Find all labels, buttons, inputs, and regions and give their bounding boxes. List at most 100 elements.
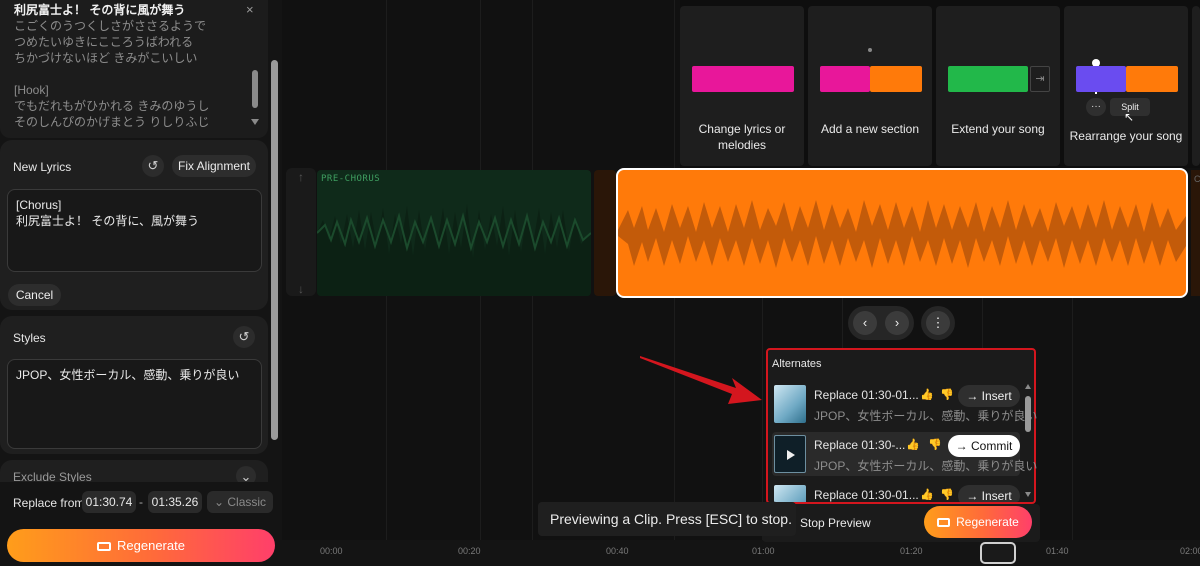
orange-segment (1126, 66, 1178, 92)
orange-segment (870, 66, 922, 92)
previous-icon[interactable]: ‹ (853, 311, 877, 335)
alternates-scroll-thumb[interactable] (1025, 396, 1031, 432)
exclude-styles-title: Exclude Styles (13, 470, 92, 482)
thumbs-down-icon[interactable]: 👎 (940, 488, 954, 501)
replace-to-time[interactable]: 01:35.26 (148, 491, 202, 513)
ruler-label: 01:00 (752, 546, 775, 556)
lyrics-scroll-thumb[interactable] (252, 70, 258, 108)
styles-title: Styles (13, 331, 46, 345)
cancel-button[interactable]: Cancel (8, 284, 61, 306)
replace-from-time[interactable]: 01:30.74 (82, 491, 136, 513)
alternate-item-selected[interactable]: Replace 01:30-... 👍 👎 → Commit JPOP、女性ボー… (772, 432, 1037, 476)
more-options-icon[interactable]: ⋮ (926, 311, 950, 335)
thumbs-up-icon[interactable]: 👍 (920, 388, 934, 401)
feature-card-extend[interactable]: ⇥ Extend your song (936, 6, 1060, 166)
playhead-handle[interactable] (980, 542, 1016, 564)
feature-card-change-lyrics[interactable]: Change lyrics or melodies (680, 6, 804, 166)
alternate-item[interactable]: Replace 01:30-01... 👍 👎 → Insert JPOP、女性… (772, 382, 1037, 426)
thumbs-up-icon[interactable]: 👍 (906, 438, 920, 451)
alternates-panel: Alternates Replace 01:30-01... 👍 👎 → Ins… (766, 348, 1037, 504)
left-scroll-thumb[interactable] (271, 60, 278, 440)
regenerate-button[interactable]: Regenerate (7, 529, 275, 562)
thumbs-down-icon[interactable]: 👎 (928, 438, 942, 451)
preview-toast: Previewing a Clip. Press [ESC] to stop. (538, 502, 796, 536)
feature-card-label: Add a new section (820, 122, 920, 136)
feature-card-label: Extend your song (951, 122, 1045, 136)
pre-chorus-waveform (317, 204, 591, 296)
alternates-scrollbar[interactable] (1025, 384, 1032, 500)
pink-segment (692, 66, 794, 92)
track-gutter[interactable]: ↑ ↓ (286, 168, 316, 296)
selected-clip[interactable] (616, 168, 1188, 298)
undo-lyrics-button[interactable]: ↺ (142, 155, 164, 177)
pink-segment (820, 66, 870, 92)
time-separator: - (139, 495, 143, 509)
insert-button[interactable]: → Insert (958, 485, 1020, 502)
feature-card-rearrange[interactable]: ··· Split ↖ Rearrange your song (1064, 6, 1188, 166)
clip-divider (594, 170, 616, 296)
alternate-thumbnail[interactable] (774, 485, 806, 502)
pre-chorus-clip[interactable]: PRE-CHORUS (317, 170, 591, 296)
thumbs-up-icon[interactable]: 👍 (920, 488, 934, 501)
alternate-title: Replace 01:30-... (814, 438, 906, 452)
alternate-title: Replace 01:30-01... (814, 488, 919, 502)
insert-button[interactable]: → Insert (958, 385, 1020, 407)
insert-marker (868, 48, 872, 52)
lyric-line: [Hook] (14, 83, 49, 97)
feature-card-add-section[interactable]: Add a new section (808, 6, 932, 166)
feature-card-label: Change lyrics or melodies (698, 122, 786, 152)
purple-segment (1076, 66, 1126, 92)
replace-controls: Replace from 01:30.74 - 01:35.26 ⌄ Class… (0, 482, 282, 566)
styles-input[interactable]: JPOP、女性ボーカル、感動、乗りが良い (7, 359, 262, 449)
ruler-label: 00:20 (458, 546, 481, 556)
feature-card-label: Rearrange your song (1069, 129, 1183, 143)
time-ruler[interactable]: 00:00 00:20 00:40 01:00 01:20 01:40 02:0… (282, 540, 1200, 566)
more-icon[interactable]: ··· (1086, 98, 1106, 116)
lyric-line: こごくのうつくしさがささるようで (14, 19, 207, 33)
track-label: PRE-CHORUS (321, 174, 381, 184)
lyric-line: 利尻富士よ！ その背に風が舞う (14, 3, 186, 17)
lyric-line: ちかづけないほど きみがこいしい (14, 51, 198, 65)
clip-nav-group: ‹ › (848, 306, 914, 340)
replace-from-label: Replace from (13, 496, 85, 510)
left-panel: 利尻富士よ！ その背に風が舞う こごくのうつくしさがささるようで つめたいゆきに… (0, 0, 282, 566)
lyrics-scrollbar[interactable] (250, 20, 260, 125)
extend-icon: ⇥ (1030, 66, 1050, 92)
next-icon[interactable]: › (885, 311, 909, 335)
ruler-label: 01:20 (900, 546, 923, 556)
exclude-styles-card[interactable]: Exclude Styles ⌄ (0, 460, 268, 482)
move-down-icon[interactable]: ↓ (286, 282, 316, 296)
alternate-item[interactable]: Replace 01:30-01... 👍 👎 → Insert (772, 482, 1020, 502)
play-icon[interactable] (787, 450, 795, 460)
thumbs-down-icon[interactable]: 👎 (940, 388, 954, 401)
cursor-icon: ↖ (1124, 110, 1135, 124)
stop-preview-button[interactable]: Stop Preview (800, 516, 871, 530)
alternate-thumbnail[interactable] (774, 385, 806, 423)
fix-alignment-button[interactable]: Fix Alignment (172, 155, 256, 177)
new-lyrics-card: New Lyrics ↺ Fix Alignment [Chorus] 利尻富士… (0, 140, 268, 310)
next-clip[interactable] (1191, 170, 1200, 296)
feature-card-partial[interactable] (1192, 6, 1200, 166)
alternate-subtitle: JPOP、女性ボーカル、感動、乗りが良い (814, 409, 1038, 423)
ruler-label: 00:00 (320, 546, 343, 556)
commit-button[interactable]: → Commit (948, 435, 1020, 457)
move-up-icon[interactable]: ↑ (286, 170, 316, 184)
mode-select[interactable]: ⌄ Classic (207, 491, 273, 513)
original-lyrics-card: 利尻富士よ！ その背に風が舞う こごくのうつくしさがささるようで つめたいゆきに… (0, 0, 268, 138)
ruler-label: 02:00 (1180, 546, 1200, 556)
chevron-down-icon[interactable]: ⌄ (236, 466, 256, 482)
regenerate-icon (937, 518, 951, 527)
regenerate-label: Regenerate (117, 538, 185, 553)
alternate-thumbnail[interactable] (774, 435, 806, 473)
alternates-title: Alternates (772, 358, 822, 370)
undo-styles-button[interactable]: ↺ (233, 326, 255, 348)
close-icon[interactable]: × (246, 2, 254, 17)
lyric-line: そのしんぴのかげまとう りしりふじ (14, 115, 210, 129)
lyric-line: つめたいゆきにこころうばわれる (14, 35, 194, 49)
scroll-down-icon[interactable] (1025, 492, 1031, 497)
scroll-down-icon[interactable] (251, 119, 259, 125)
left-panel-scrollbar[interactable] (271, 60, 278, 440)
alt-regenerate-button[interactable]: Regenerate (924, 506, 1032, 538)
new-lyrics-input[interactable]: [Chorus] 利尻富士よ！ その背に、風が舞う (7, 189, 262, 272)
scroll-up-icon[interactable] (1025, 384, 1031, 389)
